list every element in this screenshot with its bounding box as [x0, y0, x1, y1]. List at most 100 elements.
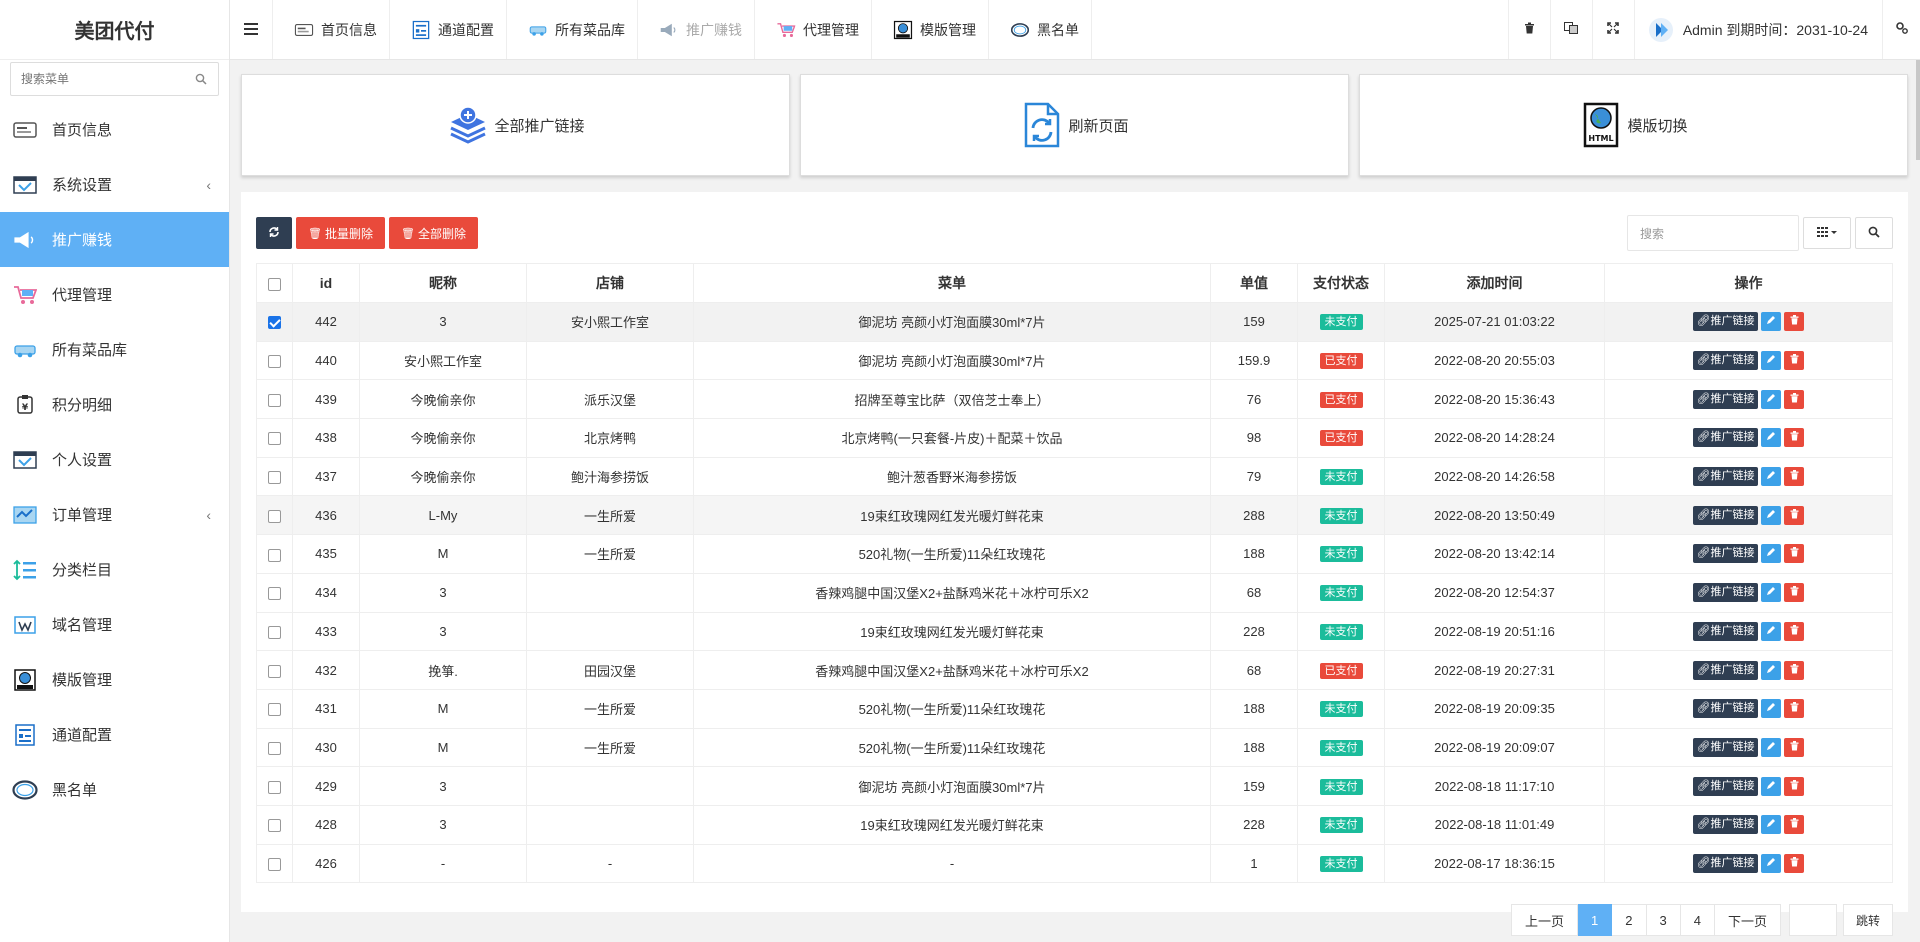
sidebar-item-3[interactable]: 代理管理 [0, 267, 229, 322]
row-checkbox[interactable] [268, 548, 281, 562]
select-all-checkbox[interactable] [268, 277, 281, 291]
tab-6[interactable]: 黑名单 [989, 0, 1092, 59]
page-4-button[interactable]: 4 [1680, 904, 1715, 936]
gear-icon[interactable] [1895, 21, 1909, 38]
row-checkbox[interactable] [268, 432, 281, 446]
edit-button[interactable] [1761, 428, 1782, 448]
edit-button[interactable] [1761, 312, 1782, 332]
prev-page-button[interactable]: 上一页 [1511, 904, 1579, 936]
delete-button[interactable] [1784, 505, 1805, 525]
promo-link-button[interactable]: 🔗︎推广链接 [1692, 544, 1759, 564]
jump-button[interactable]: 跳转 [1842, 904, 1893, 936]
table-row[interactable]: 439 今晚偷亲你 派乐汉堡 招牌至尊宝比萨（双倍芝士奉上） 76 已支付 2022-08-… [256, 379, 1893, 420]
promo-link-button[interactable]: 🔗︎推广链接 [1692, 583, 1759, 603]
refresh-button[interactable] [256, 217, 292, 249]
table-row[interactable]: 430 M 一生所爱 520礼物(一生所爱)11朵红玫瑰花 188 未支付 2022-08-… [256, 727, 1893, 768]
row-checkbox[interactable] [268, 355, 281, 369]
col-menu[interactable]: 菜单 [693, 263, 1211, 303]
table-row[interactable]: 426- - -1 未支付 2022-08-17 18:36:15 🔗︎推广链接 [256, 843, 1893, 884]
promo-link-button[interactable]: 🔗︎推广链接 [1692, 389, 1759, 409]
promo-link-button[interactable]: 🔗︎推广链接 [1692, 737, 1759, 757]
sidebar-item-11[interactable]: 通道配置 [0, 707, 229, 762]
row-checkbox[interactable] [268, 858, 281, 871]
app-logo[interactable]: 美团代付 [0, 0, 229, 60]
menu-toggle-button[interactable] [230, 0, 273, 59]
menu-search-input[interactable] [21, 72, 194, 86]
row-checkbox[interactable] [268, 780, 281, 794]
sidebar-item-9[interactable]: 域名管理 [0, 597, 229, 652]
col-id[interactable]: id [292, 263, 360, 303]
row-checkbox[interactable] [268, 509, 281, 523]
delete-button[interactable] [1784, 389, 1805, 409]
row-checkbox[interactable] [268, 741, 281, 755]
promo-link-button[interactable]: 🔗︎推广链接 [1692, 505, 1759, 525]
sidebar-item-4[interactable]: 所有菜品库 [0, 322, 229, 377]
delete-button[interactable] [1784, 544, 1805, 564]
row-checkbox[interactable] [268, 664, 281, 678]
menu-search[interactable] [10, 62, 219, 96]
table-row[interactable]: 438 今晚偷亲你 北京烤鸭 北京烤鸭(一只套餐-片皮)＋配菜＋饮品 98 已支付 2022… [256, 418, 1893, 458]
clear-cache-button[interactable] [1507, 0, 1550, 59]
row-checkbox[interactable] [268, 819, 281, 833]
delete-button[interactable] [1784, 467, 1805, 487]
col-status[interactable]: 支付状态 [1297, 263, 1385, 303]
table-row[interactable]: 440 安小熙工作室 御泥坊 亮颜小灯泡面膜30ml*7片 159.9 已支付 2022-… [256, 340, 1893, 381]
row-checkbox[interactable] [268, 625, 281, 639]
delete-button[interactable] [1784, 428, 1805, 448]
delete-button[interactable] [1784, 583, 1805, 603]
page-2-button[interactable]: 2 [1612, 904, 1647, 936]
search-icon[interactable] [1868, 226, 1880, 241]
promo-link-button[interactable]: 🔗︎推广链接 [1692, 428, 1759, 448]
edit-button[interactable] [1761, 467, 1782, 487]
sidebar-item-5[interactable]: ¥ 积分明细 [0, 377, 229, 432]
row-checkbox[interactable] [268, 587, 281, 601]
batch-delete-button[interactable]: 🗑︎ 批量删除 [296, 217, 385, 249]
hamburger-icon[interactable] [244, 22, 258, 38]
col-time[interactable]: 添加时间 [1384, 263, 1605, 303]
promo-link-button[interactable]: 🔗︎推广链接 [1692, 621, 1759, 641]
tab-1[interactable]: 通道配置 [390, 0, 507, 59]
promo-link-button[interactable]: 🔗︎推广链接 [1692, 853, 1759, 873]
edit-button[interactable] [1761, 389, 1782, 409]
page-1-button[interactable]: 1 [1578, 904, 1613, 936]
edit-button[interactable] [1761, 351, 1782, 371]
edit-button[interactable] [1761, 621, 1782, 641]
edit-button[interactable] [1761, 544, 1782, 564]
delete-button[interactable] [1784, 351, 1805, 371]
edit-button[interactable] [1761, 737, 1782, 757]
promo-link-button[interactable]: 🔗︎推广链接 [1692, 776, 1759, 796]
delete-button[interactable] [1784, 660, 1805, 680]
tab-2[interactable]: 所有菜品库 [507, 0, 638, 59]
col-nick[interactable]: 昵称 [359, 263, 527, 303]
delete-button[interactable] [1784, 815, 1805, 835]
column-toggle-button[interactable] [1803, 217, 1851, 249]
delete-button[interactable] [1784, 737, 1805, 757]
sidebar-item-1[interactable]: 系统设置 ‹ [0, 157, 229, 212]
refresh-page-card[interactable]: 刷新页面 [800, 74, 1349, 176]
row-checkbox[interactable] [268, 471, 281, 485]
user-menu[interactable]: Admin 到期时间：2031-10-24 [1633, 0, 1882, 59]
table-row[interactable]: 432 挽箏. 田园汉堡 香辣鸡腿中国汉堡X2+盐酥鸡米花＋冰柠可乐X2 68 已支付 20… [256, 650, 1893, 690]
table-search-input[interactable]: 搜索 [1627, 215, 1799, 251]
search-icon[interactable] [194, 72, 208, 86]
table-row[interactable]: 437 今晚偷亲你 鲍汁海参捞饭 鲍汁葱香野米海参捞饭 79 未支付 2022-08-20 … [256, 456, 1893, 497]
table-row[interactable]: 436 L-My 一生所爱 19束红玫瑰网红发光暖灯鲜花束 288 未支付 2022-08-… [256, 495, 1893, 536]
template-switch-card[interactable]: HTML 模版切换 [1359, 74, 1908, 176]
jump-page-input[interactable] [1788, 904, 1837, 936]
translate-icon[interactable] [1564, 22, 1579, 37]
col-price[interactable]: 单值 [1210, 263, 1298, 303]
page-scrollbar[interactable] [1916, 60, 1920, 160]
table-row[interactable]: 428 3 19束红玫瑰网红发光暖灯鲜花束 228 未支付 2022-08-18 11:0… [256, 804, 1893, 845]
language-button[interactable] [1549, 0, 1592, 59]
edit-button[interactable] [1761, 505, 1782, 525]
table-row[interactable]: 434 3 香辣鸡腿中国汉堡X2+盐酥鸡米花＋冰柠可乐X2 68 未支付 2022-08-… [256, 572, 1893, 613]
sidebar-item-12[interactable]: 黑名单 [0, 762, 229, 817]
settings-button[interactable] [1882, 0, 1920, 59]
tab-5[interactable]: 模版管理 [872, 0, 989, 59]
delete-button[interactable] [1784, 621, 1805, 641]
table-row[interactable]: 442 3 安小熙工作室 御泥坊 亮颜小灯泡面膜30ml*7片 159 未支付 2025-0… [256, 302, 1893, 342]
sidebar-item-2[interactable]: 推广赚钱 [0, 212, 229, 267]
delete-button[interactable] [1784, 312, 1805, 332]
promo-link-button[interactable]: 🔗︎推广链接 [1692, 815, 1759, 835]
edit-button[interactable] [1761, 776, 1782, 796]
